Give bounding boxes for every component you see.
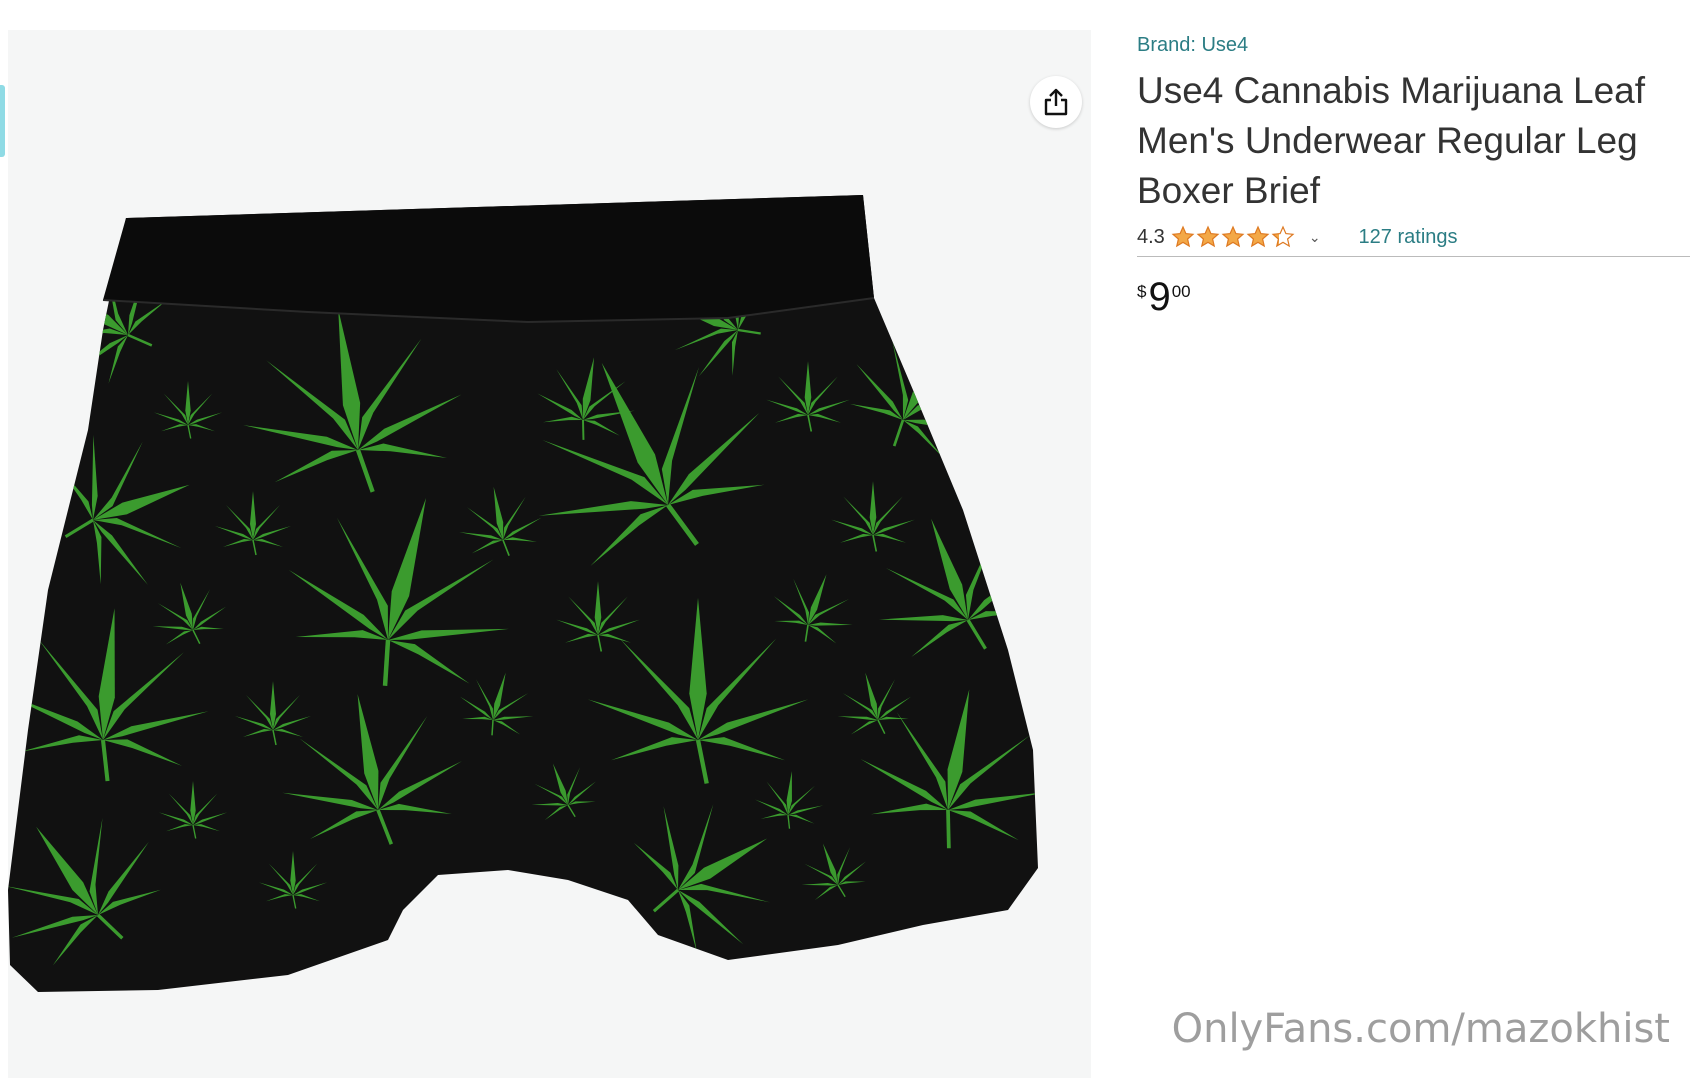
boxer-brief-image <box>8 195 1038 992</box>
price-fraction: 00 <box>1171 282 1191 301</box>
product-title: Use4 Cannabis Marijuana Leaf Men's Under… <box>1137 70 1646 211</box>
product-details: Brand: Use4 Use4 Cannabis Marijuana Leaf… <box>1137 34 1690 319</box>
star-icon <box>1171 225 1195 248</box>
price-whole: 9 <box>1148 275 1171 319</box>
ratings-count-link[interactable]: 127 ratings <box>1359 226 1458 249</box>
rating-row: 4.3 ⌄ 127 ratings <box>1137 220 1690 257</box>
share-icon <box>1044 88 1068 116</box>
share-button[interactable] <box>1030 76 1082 128</box>
star-icon <box>1246 225 1270 248</box>
rating-value: 4.3 <box>1137 225 1165 248</box>
star-icon <box>1196 225 1220 248</box>
price-symbol: $ <box>1137 282 1147 301</box>
star-icon <box>1221 225 1245 248</box>
watermark: OnlyFans.com/mazokhist <box>1171 1006 1670 1052</box>
brand-link[interactable]: Brand: Use4 <box>1137 34 1690 57</box>
star-rating[interactable] <box>1171 225 1295 249</box>
carousel-edge-tab[interactable] <box>0 85 5 157</box>
star-icon <box>1271 225 1295 248</box>
chevron-down-icon[interactable]: ⌄ <box>1309 229 1321 246</box>
product-image[interactable] <box>8 30 1091 1078</box>
price: $ 9 00 <box>1137 275 1690 319</box>
